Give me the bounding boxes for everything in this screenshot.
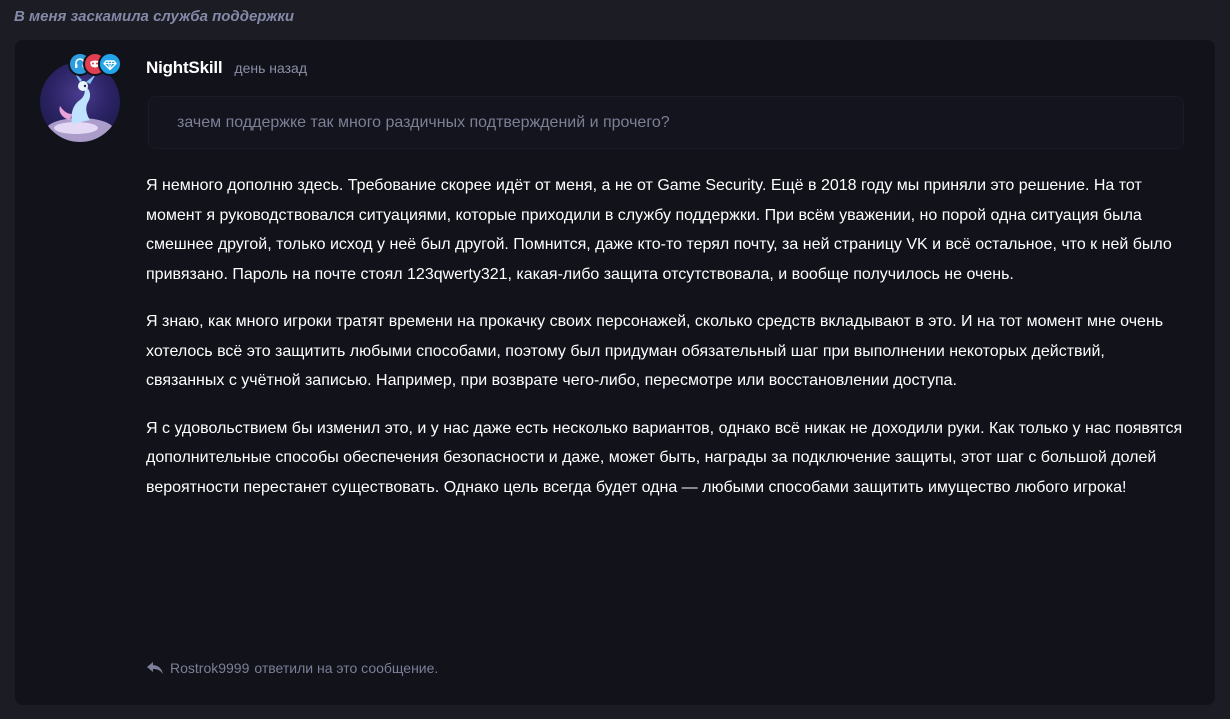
quote-text: зачем поддержке так много раздичных подт… (177, 114, 670, 131)
post-body: Я немного дополню здесь. Требование скор… (146, 171, 1186, 520)
post-card: NightSkill день назад зачем поддержке та… (15, 40, 1215, 705)
post-paragraph: Я немного дополню здесь. Требование скор… (146, 177, 1172, 283)
post-paragraph: Я с удовольствием бы изменил это, и у на… (146, 419, 1183, 496)
post-header: NightSkill день назад (146, 58, 307, 78)
thread-title[interactable]: В меня заскамила служба поддержки (14, 8, 294, 25)
post-time[interactable]: день назад (234, 60, 307, 76)
quote-block[interactable]: зачем поддержке так много раздичных подт… (148, 96, 1184, 149)
post-paragraph: Я знаю, как много игроки тратят времени … (146, 313, 1164, 389)
reply-notice[interactable]: Rostrok9999 ответили на это сообщение. (146, 660, 438, 676)
reply-text: ответили на это сообщение. (254, 660, 439, 676)
reply-username[interactable]: Rostrok9999 (170, 660, 249, 676)
username[interactable]: NightSkill (146, 58, 223, 78)
author-avatar-group[interactable] (40, 52, 122, 142)
diamond-icon (98, 52, 122, 76)
reply-icon (147, 662, 163, 674)
